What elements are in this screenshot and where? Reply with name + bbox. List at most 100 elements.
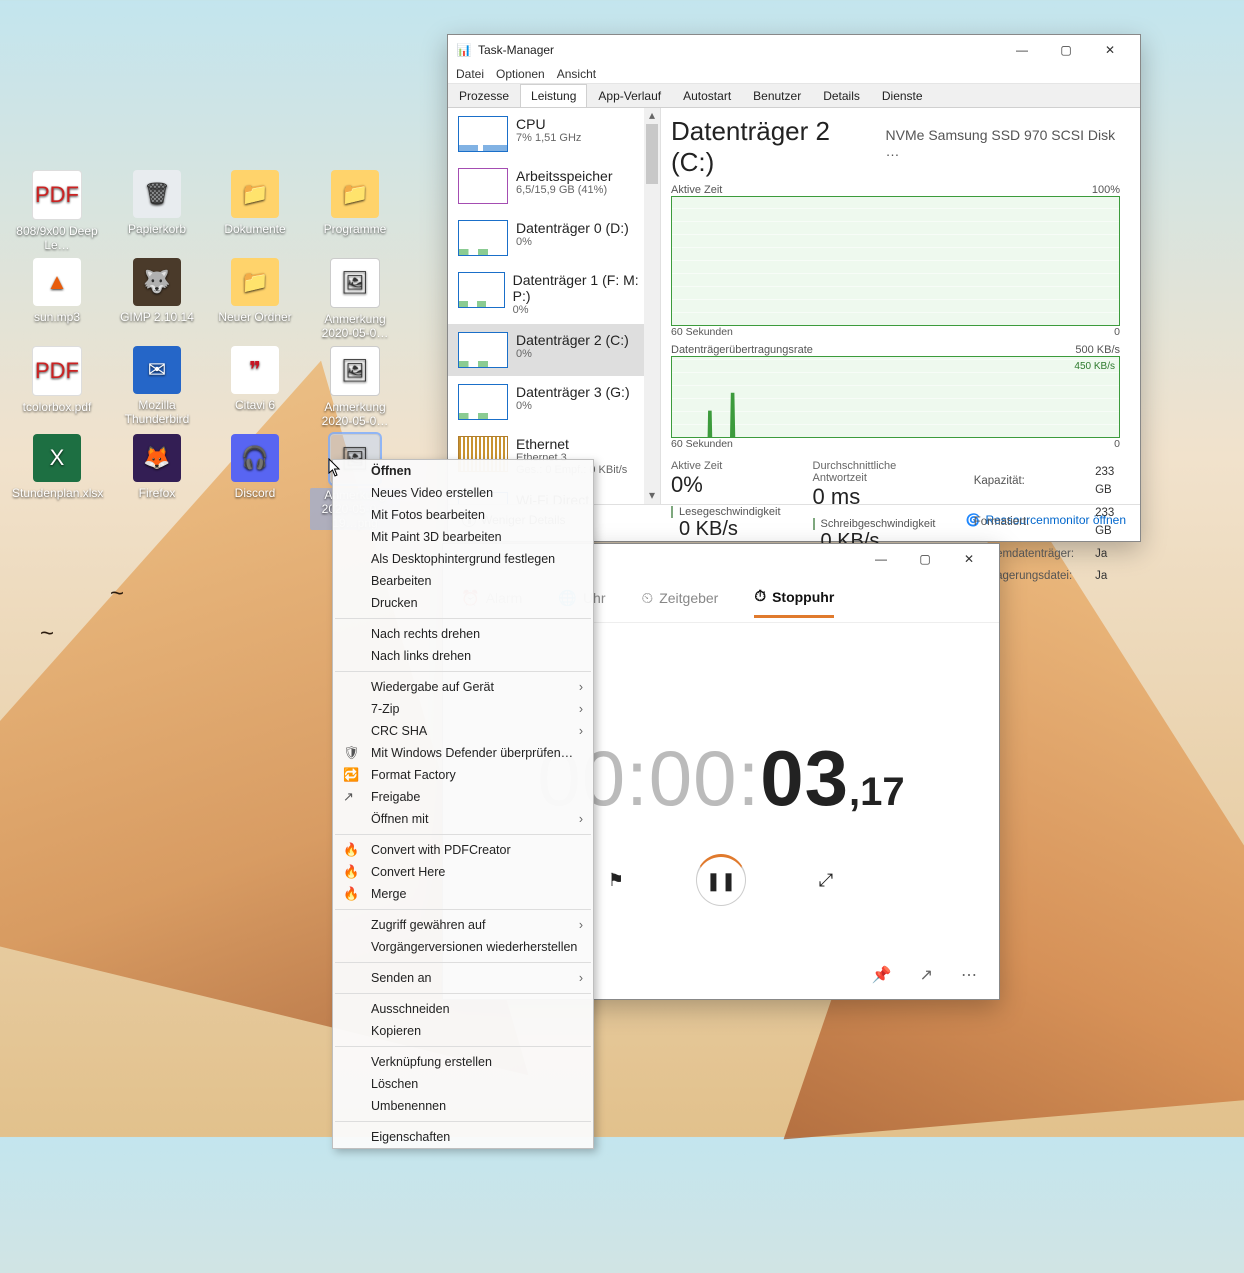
context-menu-item[interactable]: Kopieren xyxy=(333,1020,593,1042)
tab-stoppuhr[interactable]: ⏱ Stoppuhr xyxy=(754,578,834,618)
menu-item-label: Nach links drehen xyxy=(371,649,471,663)
context-menu-item[interactable]: Senden an xyxy=(333,967,593,989)
tab-dienste[interactable]: Dienste xyxy=(871,84,934,107)
desktop-icon-label: 808/9x00 Deep Le… xyxy=(12,224,102,252)
context-menu-item[interactable]: Drucken xyxy=(333,592,593,614)
perf-item[interactable]: Arbeitsspeicher 6,5/15,9 GB (41%) xyxy=(448,160,660,212)
menu-item-label: Mit Fotos bearbeiten xyxy=(371,508,485,522)
tab-details[interactable]: Details xyxy=(812,84,871,107)
context-menu-item[interactable]: Vorgängerversionen wiederherstellen xyxy=(333,936,593,958)
context-menu-item[interactable]: 7-Zip xyxy=(333,698,593,720)
pdf-icon: PDF xyxy=(32,170,82,220)
tab-leistung[interactable]: Leistung xyxy=(520,84,587,107)
desktop-icon-folder[interactable]: 📁 Dokumente xyxy=(210,170,300,236)
context-menu-item[interactable]: Als Desktophintergrund festlegen xyxy=(333,548,593,570)
task-manager-icon: 📊 xyxy=(456,42,472,58)
desktop-icon-citavi[interactable]: ❞ Citavi 6 xyxy=(210,346,300,412)
context-menu-item[interactable]: 🔁Format Factory xyxy=(333,764,593,786)
menu-item-icon: 🔥 xyxy=(343,842,359,858)
context-menu-item[interactable]: Ausschneiden xyxy=(333,998,593,1020)
context-menu-item[interactable]: Neues Video erstellen xyxy=(333,482,593,504)
scroll-down-icon[interactable]: ▾ xyxy=(644,488,660,504)
context-menu-item[interactable]: Öffnen mit xyxy=(333,808,593,830)
meta-val: Ja xyxy=(1094,566,1118,586)
desktop-icon-folder[interactable]: 📁 Neuer Ordner xyxy=(210,258,300,324)
context-menu-item[interactable]: Öffnen xyxy=(333,460,593,482)
menu-item-icon: 🔁 xyxy=(343,767,359,783)
context-menu-item[interactable]: Eigenschaften xyxy=(333,1126,593,1148)
desktop-icon-pdf[interactable]: PDF 808/9x00 Deep Le… xyxy=(12,170,102,252)
context-menu-item[interactable]: Verknüpfung erstellen xyxy=(333,1051,593,1073)
context-menu-item[interactable]: Zugriff gewähren auf xyxy=(333,914,593,936)
menu-item-label: Als Desktophintergrund festlegen xyxy=(371,552,555,566)
desktop-icon-vlc[interactable]: ▲ sun.mp3 xyxy=(12,258,102,324)
close-button[interactable]: ✕ xyxy=(1088,35,1132,65)
context-menu-item[interactable]: 🔥Convert with PDFCreator xyxy=(333,839,593,861)
disc-icon: 🎧 xyxy=(231,434,279,482)
perf-item[interactable]: CPU 7% 1,51 GHz xyxy=(448,108,660,160)
desktop-icon-label: GIMP 2.10.14 xyxy=(112,310,202,324)
left-scrollbar[interactable]: ▴ ▾ xyxy=(644,108,660,504)
context-menu-item[interactable]: CRC SHA xyxy=(333,720,593,742)
desktop-icon-ff[interactable]: 🦊 Firefox xyxy=(112,434,202,500)
context-menu-item[interactable]: Wiedergabe auf Gerät xyxy=(333,676,593,698)
scrollbar-thumb[interactable] xyxy=(646,124,658,184)
context-menu-item[interactable]: Löschen xyxy=(333,1073,593,1095)
tab-autostart[interactable]: Autostart xyxy=(672,84,742,107)
menu-separator xyxy=(335,993,591,994)
context-menu-item[interactable]: Mit Fotos bearbeiten xyxy=(333,504,593,526)
perf-item[interactable]: Datenträger 1 (F: M: P:) 0% xyxy=(448,264,660,324)
tab-app-verlauf[interactable]: App-Verlauf xyxy=(587,84,672,107)
menu-datei[interactable]: Datei xyxy=(456,67,484,81)
context-menu-item[interactable]: Nach rechts drehen xyxy=(333,623,593,645)
desktop-icon-img[interactable]: 🖼 Anmerkung 2020-05-0… xyxy=(310,346,400,428)
context-menu-item[interactable]: Bearbeiten xyxy=(333,570,593,592)
perf-item[interactable]: Datenträger 2 (C:) 0% xyxy=(448,324,660,376)
maximize-button[interactable]: ▢ xyxy=(903,544,947,574)
desktop-icon-label: Dokumente xyxy=(210,222,300,236)
citavi-icon: ❞ xyxy=(231,346,279,394)
lap-button[interactable]: ⚑ xyxy=(592,856,640,904)
transfer-graph: 450 KB/s xyxy=(671,356,1120,438)
pause-button[interactable]: ❚❚ xyxy=(696,854,746,906)
expand-button[interactable]: ⤢ xyxy=(802,856,850,904)
perf-item-title: Datenträger 2 (C:) xyxy=(516,332,629,348)
more-button[interactable]: ⋯ xyxy=(961,965,977,985)
menu-ansicht[interactable]: Ansicht xyxy=(557,67,596,81)
menu-separator xyxy=(335,1046,591,1047)
desktop-icon-disc[interactable]: 🎧 Discord xyxy=(210,434,300,500)
desktop-icon-img[interactable]: 🖼 Anmerkung 2020-05-0… xyxy=(310,258,400,340)
pin-button[interactable]: 📌 xyxy=(872,965,892,985)
maximize-button[interactable]: ▢ xyxy=(1044,35,1088,65)
desktop-icon-pdf[interactable]: PDF tcolorbox.pdf xyxy=(12,346,102,414)
perf-item[interactable]: Datenträger 0 (D:) 0% xyxy=(448,212,660,264)
menu-optionen[interactable]: Optionen xyxy=(496,67,545,81)
tab-benutzer[interactable]: Benutzer xyxy=(742,84,812,107)
minimize-button[interactable]: — xyxy=(1000,35,1044,65)
desktop-icon-folder[interactable]: 📁 Programme xyxy=(310,170,400,236)
context-menu-item[interactable]: Mit Paint 3D bearbeiten xyxy=(333,526,593,548)
context-menu-item[interactable]: Umbenennen xyxy=(333,1095,593,1117)
desktop-icon-excel[interactable]: X Stundenplan.xlsx xyxy=(12,434,102,500)
desktop-icon-gimp[interactable]: 🐺 GIMP 2.10.14 xyxy=(112,258,202,324)
close-button[interactable]: ✕ xyxy=(947,544,991,574)
share-button[interactable]: ↗ xyxy=(920,965,933,985)
context-menu-item[interactable]: 🔥Convert Here xyxy=(333,861,593,883)
minimize-button[interactable]: — xyxy=(859,544,903,574)
tab-zeitgeber[interactable]: ⏲ Zeitgeber xyxy=(642,580,719,617)
context-menu-item[interactable]: Nach links drehen xyxy=(333,645,593,667)
context-menu-item[interactable]: 🛡Mit Windows Defender überprüfen… xyxy=(333,742,593,764)
perf-item[interactable]: Datenträger 3 (G:) 0% xyxy=(448,376,660,428)
menu-item-label: Neues Video erstellen xyxy=(371,486,493,500)
mini-graph-icon xyxy=(458,384,508,420)
tab-prozesse[interactable]: Prozesse xyxy=(448,84,520,107)
flag-icon: ⚑ xyxy=(608,870,624,891)
desktop-icon-tb[interactable]: ✉ Mozilla Thunderbird xyxy=(112,346,202,426)
menu-item-label: Merge xyxy=(371,887,406,901)
context-menu-item[interactable]: 🔥Merge xyxy=(333,883,593,905)
scroll-up-icon[interactable]: ▴ xyxy=(644,108,660,124)
desktop-icon-label: Discord xyxy=(210,486,300,500)
context-menu-item[interactable]: ↗Freigabe xyxy=(333,786,593,808)
task-manager-titlebar[interactable]: 📊 Task-Manager — ▢ ✕ xyxy=(448,35,1140,65)
desktop-icon-bin[interactable]: 🗑 Papierkorb xyxy=(112,170,202,236)
